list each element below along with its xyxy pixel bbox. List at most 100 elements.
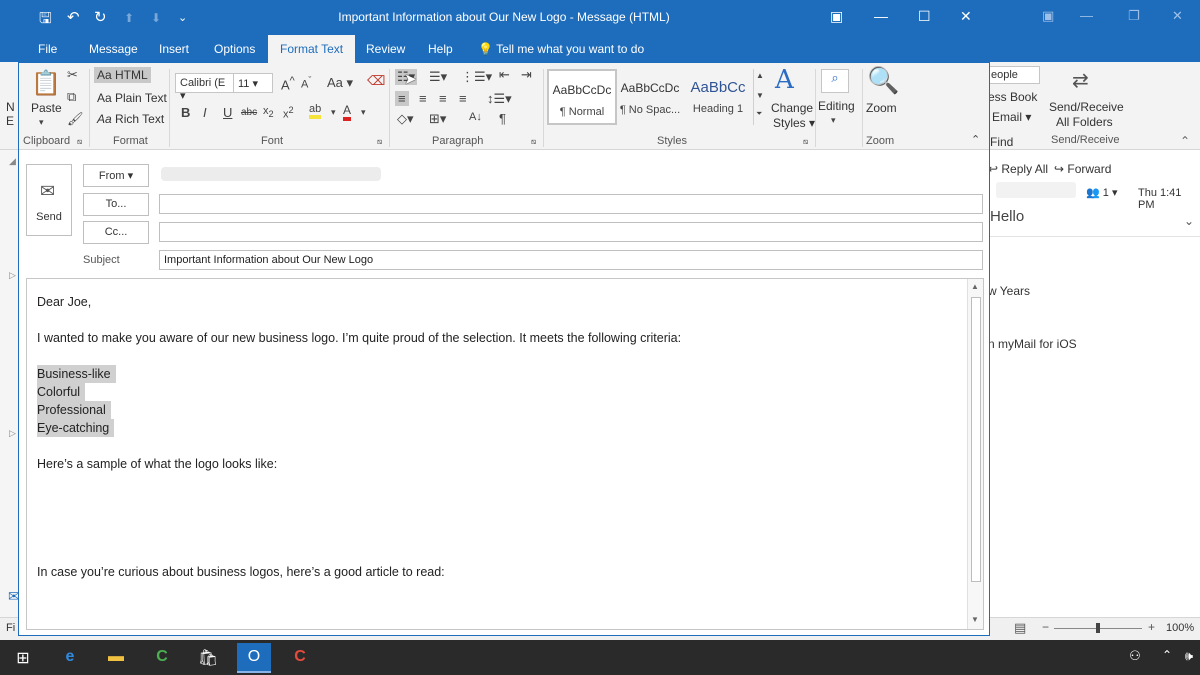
filter-email-button[interactable]: Email ▾ <box>992 110 1031 124</box>
underline-icon[interactable]: U <box>223 105 232 120</box>
format-rich-button[interactable]: Aa Rich Text <box>97 112 164 126</box>
tell-me-search[interactable]: 💡 Tell me what you want to do <box>478 42 644 56</box>
body-scrollbar[interactable]: ▲ ▼ <box>967 279 983 629</box>
shrink-font-icon[interactable]: Aˇ <box>301 75 311 91</box>
bold-icon[interactable]: B <box>181 105 190 120</box>
reading-view-icon[interactable]: ▤ <box>1014 620 1026 636</box>
collapse-ribbon-icon[interactable]: ⌃ <box>1180 134 1190 148</box>
numbering-icon[interactable]: ☰▾ <box>429 69 447 85</box>
maximize-icon[interactable]: ❐ <box>1128 8 1140 24</box>
tab-message[interactable]: Message <box>89 42 138 56</box>
sort-icon[interactable]: A↓ <box>469 111 482 123</box>
align-center-icon[interactable]: ≡ <box>419 91 427 106</box>
minimize-icon[interactable]: — <box>1080 8 1093 23</box>
zoom-out-icon[interactable]: − <box>1042 620 1049 634</box>
file-explorer-icon[interactable]: ▬ <box>99 643 133 673</box>
clipboard-launcher-icon[interactable]: ⧅ <box>77 137 82 147</box>
format-html-button[interactable]: Aa HTML <box>94 67 151 83</box>
font-family-select[interactable]: Calibri (E ▾ <box>175 73 234 102</box>
editing-dropdown-icon[interactable]: ▾ <box>831 115 836 126</box>
ribbon-display-icon[interactable]: ▣ <box>830 8 843 25</box>
address-book-button[interactable]: ess Book <box>988 90 1037 104</box>
font-size-select[interactable]: 11 ▾ <box>233 73 273 93</box>
editing-button[interactable]: Editing <box>818 99 855 113</box>
zoom-icon[interactable]: 🔍 <box>867 65 899 96</box>
gallery-more-icon[interactable]: ⏷ <box>756 109 762 119</box>
superscript-icon[interactable]: x2 <box>283 105 294 121</box>
zoom-in-icon[interactable]: + <box>1148 620 1155 634</box>
show-formatting-icon[interactable]: ¶ <box>499 111 506 126</box>
style-heading-1[interactable]: AaBbCc Heading 1 <box>683 69 753 125</box>
cut-icon[interactable]: ✂ <box>67 67 78 83</box>
strikethrough-icon[interactable]: abc <box>241 107 257 118</box>
store-icon[interactable]: 🛍 <box>191 643 225 673</box>
clear-formatting-icon[interactable]: ⌫ <box>367 73 385 89</box>
expand-arrow-icon[interactable]: ▷ <box>9 270 16 281</box>
multilevel-list-icon[interactable]: ⋮☰▾ <box>461 69 492 85</box>
format-plain-button[interactable]: Aa Plain Text <box>97 91 167 105</box>
style-no-spacing[interactable]: AaBbCcDc ¶ No Spac... <box>615 69 685 125</box>
scroll-up-icon[interactable]: ▲ <box>971 282 979 291</box>
tab-options[interactable]: Options <box>214 42 255 56</box>
to-button[interactable]: To... <box>83 193 149 216</box>
paste-icon[interactable]: 📋 <box>31 69 61 98</box>
font-color-dropdown-icon[interactable]: ▾ <box>361 107 366 118</box>
reply-all-button[interactable]: ↩ Reply All <box>988 162 1048 176</box>
expand-header-icon[interactable]: ⌄ <box>1184 214 1194 228</box>
gallery-up-icon[interactable]: ▲ <box>756 71 764 80</box>
search-people-input[interactable]: eople <box>988 66 1040 84</box>
style-normal[interactable]: AaBbCcDc ¶ Normal <box>547 69 617 125</box>
line-spacing-icon[interactable]: ↕☰▾ <box>487 91 512 107</box>
camtasia-icon[interactable]: C <box>145 643 179 673</box>
body-text[interactable]: Dear Joe, I wanted to make you aware of … <box>37 293 957 581</box>
scroll-down-icon[interactable]: ▼ <box>971 615 979 624</box>
highlight-icon[interactable]: ab <box>309 103 322 119</box>
from-button[interactable]: From ▾ <box>83 164 149 187</box>
tab-review[interactable]: Review <box>366 42 405 56</box>
borders-icon[interactable]: ⊞▾ <box>429 111 446 127</box>
subscript-icon[interactable]: x2 <box>263 105 274 119</box>
people-icon[interactable]: ⚇ <box>1118 643 1152 673</box>
paste-button[interactable]: Paste <box>31 101 62 115</box>
tab-help[interactable]: Help <box>428 42 453 56</box>
increase-indent-icon[interactable]: ⇥ <box>521 67 532 83</box>
message-body[interactable]: Dear Joe, I wanted to make you aware of … <box>26 278 984 630</box>
send-receive-all-button[interactable]: Send/Receive <box>1049 100 1124 114</box>
people-count[interactable]: 👥 1 ▾ <box>1086 186 1117 199</box>
change-case-icon[interactable]: Aa ▾ <box>327 75 353 91</box>
font-color-icon[interactable]: A <box>343 103 352 121</box>
styles-launcher-icon[interactable]: ⧅ <box>803 137 808 147</box>
zoom-button[interactable]: Zoom <box>866 101 897 115</box>
cc-field[interactable] <box>159 222 983 242</box>
find-icon[interactable]: ⌕ <box>821 69 849 93</box>
paste-dropdown-icon[interactable]: ▾ <box>39 117 44 128</box>
scroll-thumb[interactable] <box>971 297 981 582</box>
zoom-slider-thumb[interactable] <box>1096 623 1100 633</box>
subject-field[interactable]: Important Information about Our New Logo <box>159 250 983 270</box>
minimize-button[interactable]: — <box>874 8 888 24</box>
windows-start-icon[interactable]: ⊞ <box>6 643 40 673</box>
to-field[interactable] <box>159 194 983 214</box>
highlight-dropdown-icon[interactable]: ▾ <box>331 107 336 118</box>
snagit-icon[interactable]: C <box>283 643 317 673</box>
outlook-icon[interactable]: O <box>237 643 271 673</box>
edge-icon[interactable]: e <box>53 643 87 673</box>
cc-button[interactable]: Cc... <box>83 221 149 244</box>
tab-format-text[interactable]: Format Text <box>268 35 356 63</box>
justify-icon[interactable]: ≡ <box>459 91 467 106</box>
change-styles-button[interactable]: Change <box>771 101 813 115</box>
expand-arrow-icon-2[interactable]: ▷ <box>9 428 16 439</box>
font-launcher-icon[interactable]: ⧅ <box>377 137 382 147</box>
tab-insert[interactable]: Insert <box>159 42 189 56</box>
grow-font-icon[interactable]: A^ <box>281 75 295 92</box>
decrease-indent-icon[interactable]: ⇤ <box>499 67 510 83</box>
zoom-percent[interactable]: 100% <box>1166 622 1194 634</box>
align-left-icon[interactable]: ≡ <box>395 91 409 106</box>
close-button[interactable]: ✕ <box>960 8 972 25</box>
forward-button[interactable]: ↪ Forward <box>1054 162 1111 176</box>
styles-gallery-scroll[interactable]: ▲ ▼ ⏷ <box>753 69 765 125</box>
paragraph-launcher-icon[interactable]: ⧅ <box>531 137 536 147</box>
collapse-arrow-icon[interactable]: ◢ <box>9 156 16 167</box>
speaker-icon[interactable]: 🕪 <box>1172 643 1200 673</box>
send-button[interactable]: ✉ Send <box>26 164 72 236</box>
